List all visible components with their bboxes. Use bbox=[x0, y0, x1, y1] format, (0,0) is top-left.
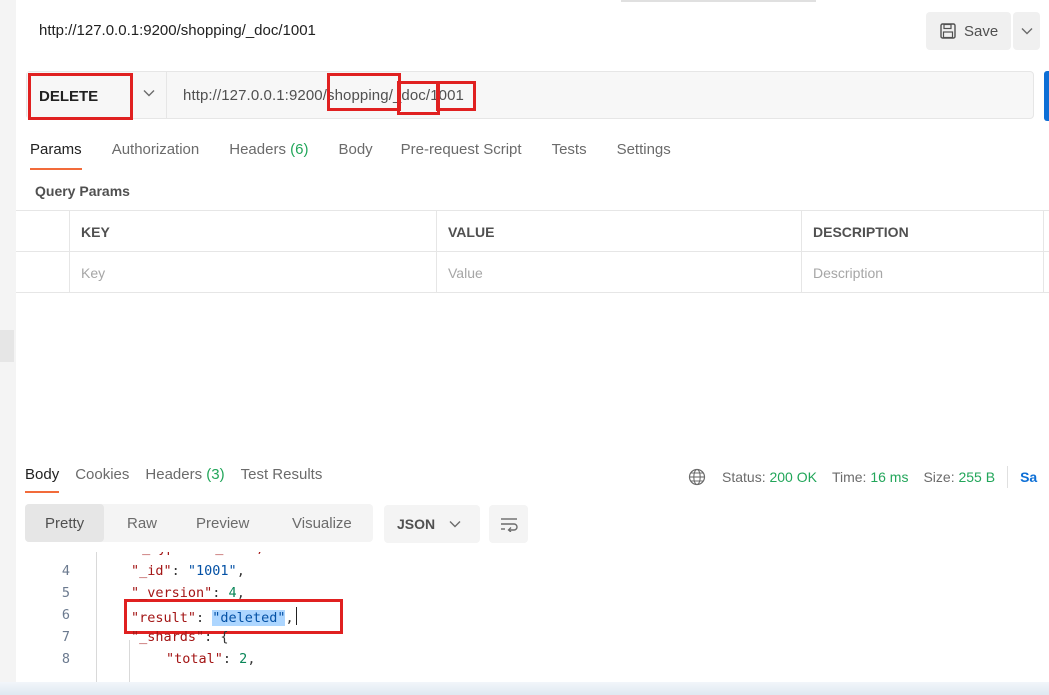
annotation-box-id bbox=[436, 81, 476, 111]
tab-prerequest-script[interactable]: Pre-request Script bbox=[401, 141, 522, 171]
column-header-key: KEY bbox=[69, 211, 436, 252]
table-row: Key Value Description bbox=[16, 252, 1049, 293]
code-line-result: 6 "result": "deleted", bbox=[16, 607, 1049, 629]
response-tab-headers[interactable]: Headers (3) bbox=[145, 466, 224, 483]
view-raw[interactable]: Raw bbox=[127, 504, 157, 542]
tab-headers-label: Headers bbox=[229, 141, 286, 158]
code-line: 7 "_shards": { bbox=[61, 629, 229, 645]
request-title[interactable]: http://127.0.0.1:9200/shopping/_doc/1001 bbox=[39, 22, 316, 39]
code-line: 5 "_version": 4, bbox=[61, 585, 245, 601]
response-tab-test-results[interactable]: Test Results bbox=[241, 466, 323, 483]
annotation-box-type bbox=[397, 81, 440, 115]
save-button[interactable]: Save bbox=[926, 12, 1011, 50]
save-label: Save bbox=[964, 22, 999, 40]
chevron-down-icon bbox=[1021, 28, 1032, 35]
request-header: http://127.0.0.1:9200/shopping/_doc/1001… bbox=[16, 0, 1049, 62]
status-label: Status: bbox=[722, 469, 766, 485]
column-header-value: VALUE bbox=[436, 211, 801, 252]
top-divider bbox=[621, 0, 816, 2]
query-params-heading: Query Params bbox=[35, 183, 130, 199]
bottom-edge bbox=[0, 682, 1049, 695]
wrap-lines-button[interactable] bbox=[489, 505, 528, 543]
time-label: Time: bbox=[831, 469, 867, 485]
tab-authorization[interactable]: Authorization bbox=[112, 141, 200, 171]
url-bar: DELETE http://127.0.0.1:9200/shopping/_d… bbox=[26, 71, 1034, 119]
response-tab-headers-label: Headers bbox=[145, 466, 203, 483]
view-visualize[interactable]: Visualize bbox=[292, 504, 352, 542]
tab-params[interactable]: Params bbox=[30, 141, 82, 171]
time-value[interactable]: 16 ms bbox=[870, 469, 908, 485]
tab-headers[interactable]: Headers (6) bbox=[229, 141, 308, 171]
table-header-row: KEY VALUE DESCRIPTION bbox=[16, 211, 1049, 252]
view-mode-group: Pretty Raw Preview Visualize bbox=[25, 504, 373, 542]
view-pretty[interactable]: Pretty bbox=[25, 504, 105, 542]
tab-body[interactable]: Body bbox=[338, 141, 372, 171]
response-tab-cookies[interactable]: Cookies bbox=[75, 466, 129, 483]
response-headers-count: (3) bbox=[206, 466, 225, 483]
response-tab-body[interactable]: Body bbox=[25, 466, 60, 493]
annotation-box-method bbox=[28, 73, 133, 120]
chevron-down-icon bbox=[449, 521, 461, 528]
query-params-table: KEY VALUE DESCRIPTION Key Value Descript… bbox=[16, 210, 1049, 293]
param-description-input[interactable]: Description bbox=[801, 252, 1044, 293]
format-label: JSON bbox=[397, 516, 436, 532]
selected-text: "deleted" bbox=[212, 610, 286, 626]
headers-count-badge: (6) bbox=[290, 141, 309, 158]
response-tabs: Body Cookies Headers (3) Test Results bbox=[25, 466, 323, 493]
save-icon bbox=[940, 23, 956, 39]
save-response-button[interactable]: Sa bbox=[1020, 469, 1037, 485]
tab-settings[interactable]: Settings bbox=[617, 141, 671, 171]
text-cursor-icon bbox=[295, 607, 302, 625]
status-value[interactable]: 200 OK bbox=[769, 469, 816, 485]
response-meta: Status: 200 OK Time: 16 ms Size: 255 B S… bbox=[688, 466, 1037, 488]
response-header: Body Cookies Headers (3) Test Results St… bbox=[16, 453, 1049, 497]
param-key-input[interactable]: Key bbox=[69, 252, 436, 293]
url-base: http://127.0.0.1:9200 bbox=[183, 87, 323, 104]
tab-tests[interactable]: Tests bbox=[552, 141, 587, 171]
divider bbox=[1007, 466, 1009, 488]
size-value[interactable]: 255 B bbox=[958, 469, 995, 485]
code-line: 4 "_id": "1001", bbox=[61, 563, 245, 579]
wrap-lines-icon bbox=[500, 518, 518, 532]
size-label: Size: bbox=[923, 469, 955, 485]
send-button-edge[interactable] bbox=[1044, 71, 1049, 121]
sidebar-resize-handle[interactable] bbox=[0, 330, 14, 362]
annotation-box-index bbox=[327, 73, 401, 111]
view-preview[interactable]: Preview bbox=[196, 504, 249, 542]
request-tabs: Params Authorization Headers (6) Body Pr… bbox=[30, 141, 671, 171]
save-dropdown-button[interactable] bbox=[1013, 12, 1040, 50]
code-line: 8 "total": 2, bbox=[61, 651, 256, 667]
code-line-partial: "_type": "_doc", bbox=[16, 552, 1049, 562]
chevron-down-icon bbox=[143, 90, 155, 97]
column-header-description: DESCRIPTION bbox=[801, 211, 1044, 252]
format-select[interactable]: JSON bbox=[384, 505, 480, 543]
globe-icon[interactable] bbox=[688, 468, 706, 486]
response-body-viewer[interactable]: "_type": "_doc", 4 "_id": "1001", 5 "_ve… bbox=[16, 552, 1049, 682]
param-value-input[interactable]: Value bbox=[436, 252, 801, 293]
